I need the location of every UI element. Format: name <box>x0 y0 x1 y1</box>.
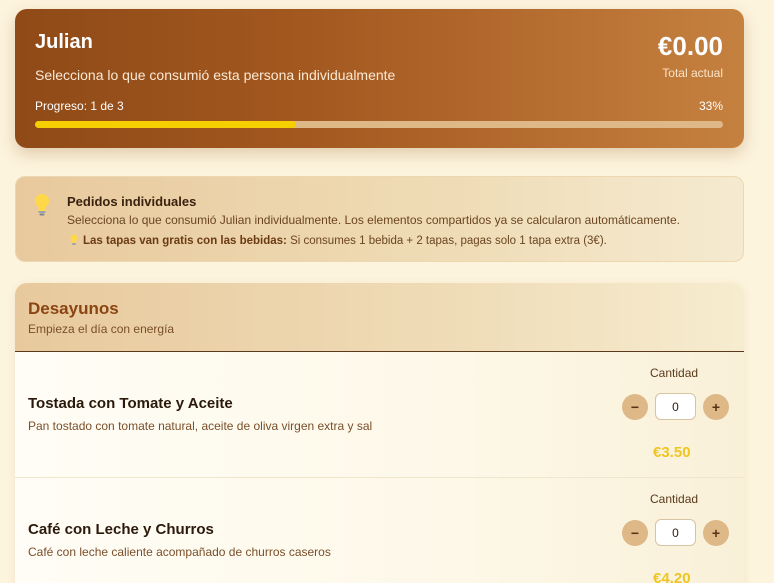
menu-item: Tostada con Tomate y Aceite Pan tostado … <box>15 352 744 478</box>
quantity-input[interactable] <box>655 519 696 546</box>
info-tip: Las tapas van gratis con las bebidas: Si… <box>69 234 607 247</box>
current-total: €0.00 <box>657 31 723 61</box>
quantity-label: Cantidad <box>650 366 699 380</box>
current-total-label: Total actual <box>662 66 723 80</box>
menu-section-desayunos: Desayunos Empieza el día con energía Tos… <box>15 283 744 583</box>
info-card: Pedidos individuales Selecciona lo que c… <box>15 176 744 262</box>
progress-bar-fill <box>35 121 297 128</box>
item-name: Tostada con Tomate y Aceite <box>28 395 233 412</box>
increase-quantity-button[interactable]: + <box>703 394 729 420</box>
section-title: Desayunos <box>28 299 119 318</box>
header-subtitle: Selecciona lo que consumió esta persona … <box>35 67 396 83</box>
section-header: Desayunos Empieza el día con energía <box>15 283 744 352</box>
increase-quantity-button[interactable]: + <box>703 520 729 546</box>
lightbulb-icon <box>35 194 49 216</box>
info-title: Pedidos individuales <box>67 194 197 209</box>
tip-bold: Las tapas van gratis con las bebidas: <box>83 235 287 247</box>
person-header-card: Julian Selecciona lo que consumió esta p… <box>15 9 744 148</box>
item-price: €4.20 <box>653 570 691 583</box>
quantity-input[interactable] <box>655 393 696 420</box>
tip-text: Si consumes 1 bebida + 2 tapas, pagas so… <box>286 235 607 247</box>
progress-percent: 33% <box>698 99 723 113</box>
progress-label: Progreso: 1 de 3 <box>35 99 124 113</box>
info-description: Selecciona lo que consumió Julian indivi… <box>67 213 681 227</box>
decrease-quantity-button[interactable]: − <box>622 394 648 420</box>
item-price: €3.50 <box>653 444 691 461</box>
item-name: Café con Leche y Churros <box>28 521 214 538</box>
progress-bar <box>35 121 723 128</box>
item-description: Café con leche caliente acompañado de ch… <box>28 545 331 559</box>
item-description: Pan tostado con tomate natural, aceite d… <box>28 419 373 433</box>
decrease-quantity-button[interactable]: − <box>622 520 648 546</box>
tip-lightbulb-icon <box>70 234 78 245</box>
menu-item: Café con Leche y Churros Café con leche … <box>15 478 744 583</box>
quantity-label: Cantidad <box>650 492 699 506</box>
person-name: Julian <box>35 31 93 53</box>
section-subtitle: Empieza el día con energía <box>28 322 175 336</box>
